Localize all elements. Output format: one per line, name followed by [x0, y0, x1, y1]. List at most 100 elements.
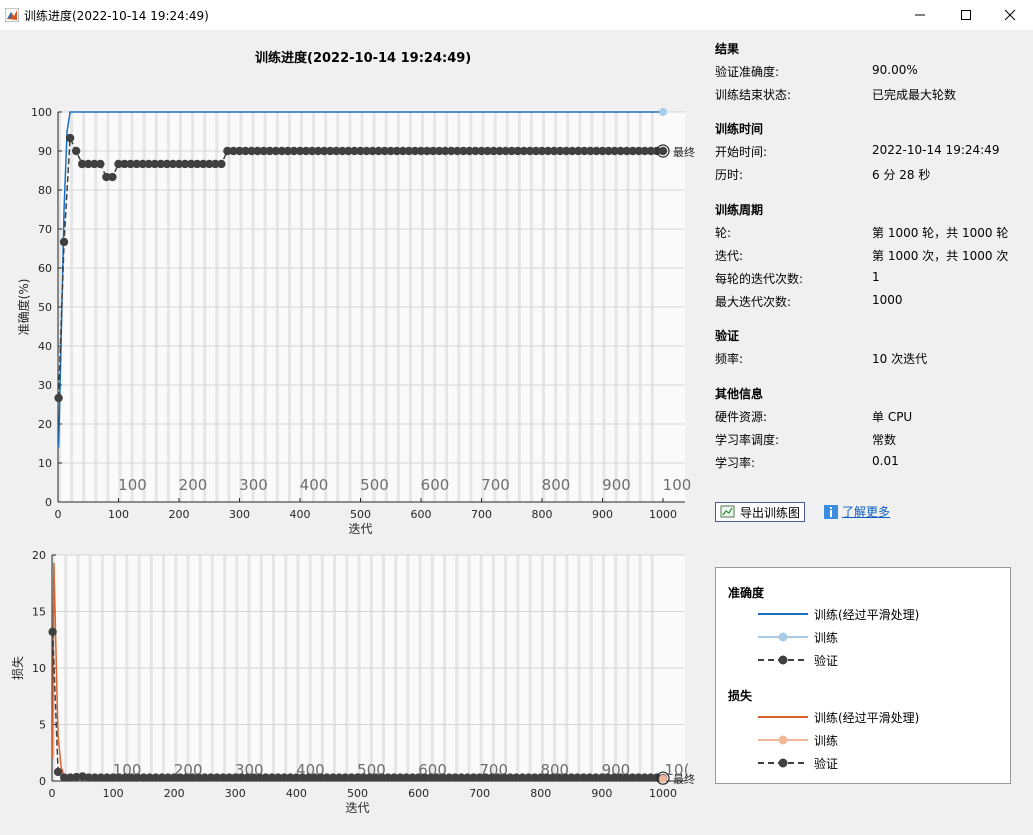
y-tick-label: 80: [38, 184, 52, 197]
legend-accuracy-heading: 准确度: [728, 586, 765, 600]
minimize-icon: [915, 14, 925, 16]
training-time-heading: 训练时间: [715, 122, 764, 136]
elapsed-label: 历时:: [715, 168, 744, 182]
validation-point: [658, 146, 668, 156]
end-state-label: 训练结束状态:: [715, 88, 792, 102]
y-tick-label: 0: [39, 775, 46, 788]
x-tick-label: 1000: [649, 787, 677, 800]
x-tick-label: 600: [411, 508, 432, 521]
validation-point: [59, 237, 69, 247]
max-iterations-label: 最大迭代次数:: [715, 295, 792, 309]
y-tick-label: 20: [32, 549, 46, 562]
validation-point: [71, 146, 81, 156]
legend-loss-heading: 损失: [728, 689, 753, 703]
loss-plot[interactable]: 051015200 100 200 300 400 500 600 700 800 900 1000…: [0, 545, 700, 820]
legend-acc-smoothed: 训练(经过平滑处理): [756, 606, 919, 622]
y-tick-label: 90: [38, 145, 52, 158]
maximize-button[interactable]: [943, 0, 989, 30]
minimize-button[interactable]: [897, 0, 943, 30]
legend-acc-smoothed-label: 训练(经过平滑处理): [814, 607, 920, 622]
validation-point: [217, 159, 226, 169]
x-tick-label: 0: [55, 508, 62, 521]
validation-accuracy-value: 90.00%: [872, 63, 918, 77]
validation-point: [48, 627, 57, 637]
x-tick-label: 900: [591, 787, 612, 800]
x-tick-label: 200: [164, 787, 185, 800]
legend-line-marker-swatch: [758, 632, 808, 642]
y-tick-label: 0: [45, 496, 52, 509]
close-icon: [1004, 9, 1016, 21]
hardware-label: 硬件资源:: [715, 410, 768, 424]
learn-more-link[interactable]: 了解更多: [824, 503, 890, 520]
iter-per-epoch-value: 1: [872, 270, 880, 284]
final-marker-label: 最终: [673, 145, 695, 159]
export-plot-button[interactable]: 导出训练图: [715, 502, 805, 522]
legend-acc-validation: 验证: [756, 652, 838, 668]
legend-loss-train-label: 训练: [814, 733, 839, 748]
export-plot-icon: [720, 505, 735, 518]
other-info-heading: 其他信息: [715, 387, 764, 401]
results-heading: 结果: [715, 42, 740, 56]
legend-loss-validation-label: 验证: [814, 756, 839, 771]
y-tick-label: 100: [31, 106, 52, 119]
maximize-icon: [961, 10, 971, 20]
start-time-value: 2022-10-14 19:24:49: [872, 143, 1000, 157]
legend-panel: 准确度 训练(经过平滑处理) 训练 验证 损失 训练(经过平滑处理) 训练 验证: [715, 567, 1011, 784]
start-time-label: 开始时间:: [715, 145, 768, 159]
training-point: [659, 108, 667, 116]
epoch-label: 轮:: [715, 226, 732, 240]
epoch-label: 400: [300, 476, 329, 494]
iteration-label: 迭代:: [715, 249, 744, 263]
learning-rate-label: 学习率:: [715, 456, 756, 470]
validation-heading: 验证: [715, 329, 740, 343]
hardware-value: 单 CPU: [872, 410, 913, 424]
x-tick-label: 100: [108, 508, 129, 521]
y-axis-label: 准确度(%): [16, 279, 31, 336]
validation-accuracy-label: 验证准确度:: [715, 65, 780, 79]
y-tick-label: 15: [32, 606, 46, 619]
epoch-label: 700: [481, 476, 510, 494]
x-tick-label: 400: [286, 787, 307, 800]
frequency-value: 10 次迭代: [872, 352, 928, 366]
lr-schedule-label: 学习率调度:: [715, 433, 780, 447]
end-state-value: 已完成最大轮数: [872, 88, 957, 102]
x-tick-label: 600: [408, 787, 429, 800]
y-tick-label: 20: [38, 418, 52, 431]
y-tick-label: 10: [32, 662, 46, 675]
y-tick-label: 50: [38, 301, 52, 314]
legend-dashed-marker-swatch: [758, 655, 808, 665]
legend-loss-smoothed: 训练(经过平滑处理): [756, 709, 919, 725]
validation-point: [54, 393, 63, 403]
close-button[interactable]: [987, 0, 1033, 30]
legend-line-marker-swatch: [758, 735, 808, 745]
x-tick-label: 200: [169, 508, 190, 521]
learning-rate-value: 0.01: [872, 454, 899, 468]
frequency-label: 频率:: [715, 352, 744, 366]
title-bar: 训练进度(2022-10-14 19:24:49): [0, 0, 1033, 30]
x-tick-label: 700: [471, 508, 492, 521]
epoch-label: 100: [118, 476, 147, 494]
x-tick-label: 500: [347, 787, 368, 800]
legend-acc-validation-label: 验证: [814, 653, 839, 668]
x-axis-label: 迭代: [345, 801, 369, 815]
x-tick-label: 300: [225, 787, 246, 800]
epoch-label: 900: [602, 476, 631, 494]
legend-acc-train: 训练: [756, 629, 838, 645]
epoch-label: 600: [421, 476, 450, 494]
epoch-label: 800: [542, 476, 571, 494]
x-tick-label: 700: [469, 787, 490, 800]
validation-point: [96, 159, 105, 169]
x-tick-label: 300: [229, 508, 250, 521]
info-icon: [824, 504, 838, 519]
epoch-label: 200: [179, 476, 208, 494]
training-progress-title: 训练进度(2022-10-14 19:24:49): [255, 51, 472, 66]
epoch-label: 300: [239, 476, 268, 494]
x-tick-label: 0: [49, 787, 56, 800]
y-tick-label: 60: [38, 262, 52, 275]
legend-loss-train: 训练: [756, 732, 838, 748]
legend-line-swatch: [758, 716, 808, 718]
accuracy-plot[interactable]: 01020304050607080901000 100 200 300 400 500 60…: [0, 90, 700, 540]
training-point: [659, 774, 667, 783]
final-marker-label: 最终: [673, 772, 695, 786]
validation-point: [65, 133, 75, 143]
